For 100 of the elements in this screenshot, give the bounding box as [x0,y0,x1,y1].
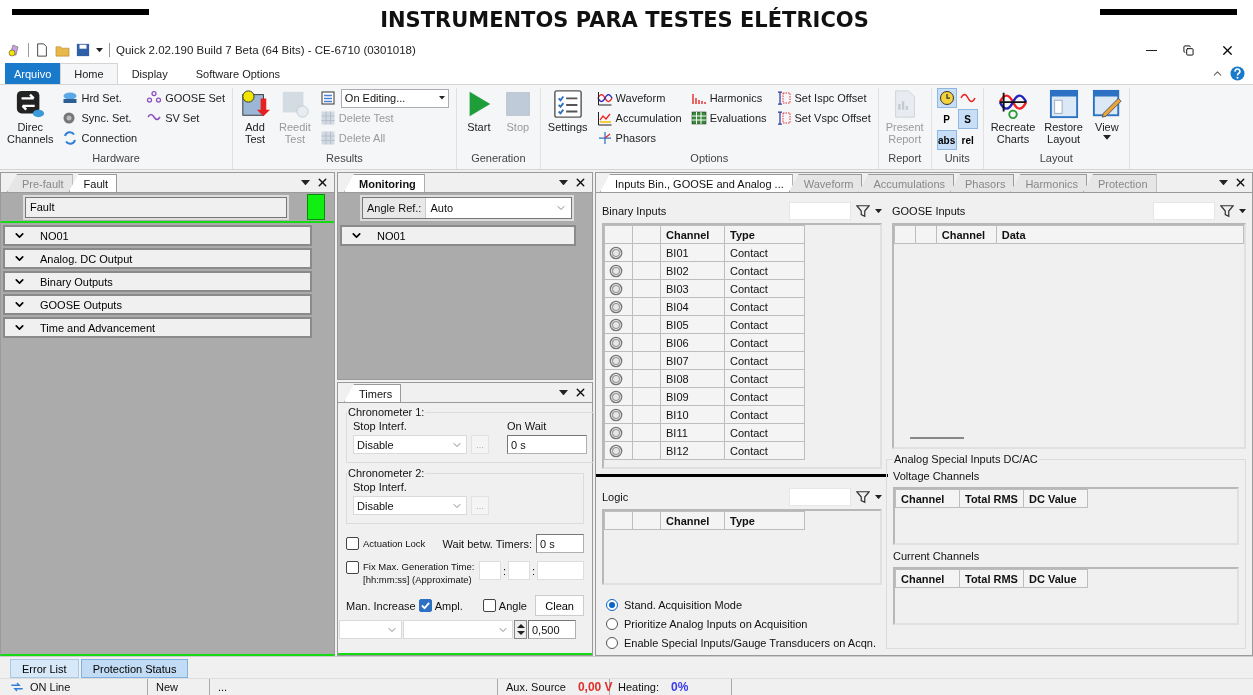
seconds-field[interactable] [537,561,584,580]
section-title: Logic [602,491,629,503]
close-icon[interactable] [574,386,587,399]
column-header[interactable]: Type [724,225,805,244]
section-header[interactable]: Binary Outputs [3,271,312,292]
column-header[interactable]: Data [996,225,1244,244]
column-header[interactable]: Channel [660,511,725,530]
wait-field[interactable]: 0 s [536,534,584,553]
unit-toggle[interactable]: abs [936,130,957,150]
ribbon-button[interactable]: GOOSE Set [144,88,228,108]
column-header[interactable]: Channel [936,225,997,244]
clean-button[interactable]: Clean [535,595,584,616]
name-field[interactable]: Fault [25,196,287,218]
minimize-button[interactable] [1146,49,1157,51]
ribbon-button[interactable]: Set Vspc Offset [773,108,873,128]
section-title: GOOSE Inputs [892,205,966,217]
file-menu-tab[interactable]: Arquivo [5,63,61,84]
section-header[interactable]: NO01 [340,225,576,246]
checkbox[interactable] [346,537,359,550]
ribbon-button[interactable]: Connection [60,128,140,148]
step-field[interactable]: 0,500 [528,620,576,639]
column-header[interactable]: Channel [895,569,960,588]
checkbox[interactable] [418,599,432,612]
ribbon-button[interactable]: Restore Layout [1042,88,1085,146]
column-header[interactable]: Channel [660,225,725,244]
ribbon-button[interactable]: SV Set [144,108,228,128]
section-header[interactable]: Analog. DC Output [3,248,312,269]
section-header[interactable]: GOOSE Outputs [3,294,312,315]
column-header[interactable]: Total RMS [959,489,1024,508]
column-header[interactable]: DC Value [1023,489,1088,508]
filter-field[interactable] [789,202,851,220]
ribbon-button[interactable]: Set Ispc Offset [773,88,873,108]
status-led-icon [609,317,623,332]
ribbon-button[interactable]: Phasors [594,128,684,148]
hours-field[interactable] [478,561,501,580]
section-header[interactable]: NO01 [3,225,312,246]
panel-tab[interactable]: Inputs Bin., GOOSE and Analog ... [600,174,793,192]
ribbon-tab[interactable]: Software Options [181,63,295,84]
group-title: Analog Special Inputs DC/AC [893,453,1039,465]
filter-icon[interactable] [856,490,870,504]
dropdown-caret-icon [875,494,882,500]
restore-button[interactable] [1183,44,1194,56]
column-header[interactable]: DC Value [1023,569,1088,588]
checkbox-label: Fix Max. Generation Time: [363,561,475,572]
scrollbar-thumb[interactable] [910,437,964,439]
filter-icon[interactable] [1220,204,1234,218]
section-title: Binary Inputs [602,205,667,217]
ribbon-button[interactable]: Settings [545,88,590,134]
column-header[interactable]: Total RMS [959,569,1024,588]
ribbon-button[interactable]: View [1089,88,1124,141]
unit-toggle[interactable]: rel [957,130,978,150]
panel-tab[interactable]: Monitoring [344,174,425,192]
filter-field[interactable] [1153,202,1215,220]
unit-toggle[interactable]: P [936,109,957,129]
ribbon-button[interactable]: Add Test [238,88,273,146]
angle-reference-dropdown[interactable]: Angle Ref.: Auto [362,197,572,219]
minutes-field[interactable] [507,561,530,580]
ribbon-button[interactable]: Accumulation [594,108,684,128]
ribbon-button[interactable]: Sync. Set. [60,108,140,128]
ribbon-button[interactable]: Harmonics [688,88,769,108]
ribbon-tab[interactable]: Home [60,63,118,84]
stop-interface-dropdown[interactable]: Disable [353,496,467,515]
checkbox[interactable] [482,599,496,612]
radio-button[interactable] [606,599,618,611]
section-header[interactable]: Time and Advancement [3,317,312,338]
ribbon-tab[interactable]: Display [117,63,182,84]
column-header[interactable]: Type [724,511,805,530]
unit-toggle[interactable] [936,88,957,108]
panel-tab[interactable]: Fault [68,174,118,192]
ribbon-button[interactable]: Hrd Set. [60,88,140,108]
bottom-tab[interactable]: Protection Status [80,659,189,678]
close-icon[interactable] [574,176,587,189]
group-label: Units [943,152,971,166]
checkbox[interactable] [346,561,359,574]
ribbon-button[interactable]: Waveform [594,88,684,108]
radio-button[interactable] [606,637,618,649]
close-icon[interactable] [316,176,329,189]
filter-icon[interactable] [856,204,870,218]
ribbon-button[interactable]: Recreate Charts [988,88,1038,146]
ribbon-button[interactable]: Direc Channels [5,88,56,146]
clock-icon [938,90,955,106]
stop-interface-dropdown[interactable]: Disable [353,435,467,454]
panel-tab[interactable]: Timers [344,384,402,402]
status-value: 0% [671,680,689,694]
add-test-icon [240,89,271,119]
radio-button[interactable] [606,618,618,630]
status-text: ON Line [30,681,71,693]
filter-field[interactable] [789,488,851,506]
wait-field[interactable]: 0 s [507,435,587,454]
close-icon[interactable] [1234,176,1247,189]
banner-title: INSTRUMENTOS PARA TESTES ELÉTRICOS [380,8,869,32]
ribbon-button[interactable]: Start [461,88,496,134]
group-label: Layout [1038,152,1074,166]
status-dropdown[interactable]: On Editing... [340,88,449,108]
unit-toggle[interactable]: S [957,109,978,129]
column-header[interactable]: Channel [895,489,960,508]
ribbon-button[interactable]: Evaluations [688,108,769,128]
save-icon [76,43,90,57]
bottom-tab[interactable]: Error List [10,659,79,678]
spin-button[interactable] [514,620,527,639]
